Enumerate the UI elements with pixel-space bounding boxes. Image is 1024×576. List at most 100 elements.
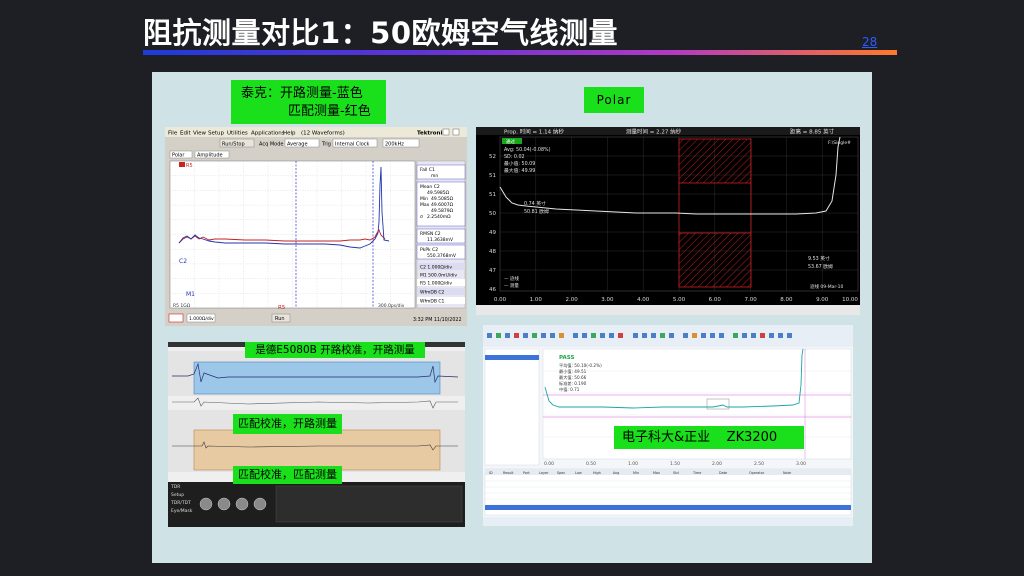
keysight-port-knob-2[interactable] [217, 497, 231, 511]
polar-y-tick: 48 [489, 249, 496, 255]
keysight-port-knob-1[interactable] [199, 497, 213, 511]
tek-acq-mode-label: Acq Mode [259, 142, 283, 148]
tek-min-label: Min [420, 196, 428, 202]
zk-x-tick: 1.00 [628, 461, 638, 467]
tek-wfmdb-c2[interactable]: WfmDB C2 [420, 290, 445, 296]
tek-m1-scale[interactable]: M1 500.0mU/div [420, 273, 457, 279]
tek-menu-applications[interactable]: Applications [251, 131, 285, 137]
tek-mean-label: Mean C2 [420, 184, 440, 190]
polar-x-tick: 4.00 [637, 297, 650, 303]
zk-x-tick: 0.00 [544, 461, 554, 467]
tek-rmsn-label: RMSN C2 [420, 231, 441, 237]
zk-stat-std: 标准差: 0.190 [559, 380, 587, 387]
polar-date-label: 迹线 09-Mar-10 [810, 283, 843, 290]
tek-menu-setup[interactable]: Setup [208, 131, 225, 137]
keysight-side-tdr-tdt[interactable]: TDR/TDT [170, 500, 191, 506]
svg-text:Std: Std [673, 471, 679, 475]
tek-axis-right: 300.0ps/div [378, 303, 405, 309]
svg-text:Avg: Avg [613, 471, 619, 475]
keysight-side-eye-mask[interactable]: Eye/Mask [171, 508, 193, 514]
polar-stat-max: 最大值: 49.99 [504, 167, 535, 174]
keysight-lower-trace-panel[interactable] [193, 429, 441, 471]
keysight-upper-trace-panel[interactable] [193, 361, 441, 395]
zk-stat-avg: 平均值: 50.10(-0.2%) [559, 362, 602, 369]
tek-close-button[interactable] [452, 128, 460, 136]
polar-header-right: 距离 = 8.85 英寸 [790, 128, 835, 136]
zk-table-selected-row[interactable] [485, 505, 851, 510]
polar-file-label: F:\Single# [828, 140, 851, 146]
keysight-side-setup[interactable]: Setup [171, 492, 184, 498]
tek-menu-utilities[interactable]: Utilities [227, 131, 248, 137]
svg-text:Note: Note [783, 471, 791, 475]
zk-toolbar [483, 325, 853, 347]
tek-pkpk-label: PkPk C2 [420, 247, 438, 253]
polar-x-tick: 3.00 [601, 297, 614, 303]
polar-lower-limit-zone [678, 232, 752, 288]
tek-menu-file[interactable]: File [168, 131, 178, 137]
polar-pass-text: 通过 [506, 138, 515, 145]
polar-x-tick: 5.00 [673, 297, 686, 303]
keysight-settings-table[interactable] [275, 485, 463, 523]
title-underline [143, 50, 897, 55]
zk-stat-max: 最大值: 50.66 [559, 374, 587, 381]
tek-label-line1: 泰克：开路测量-蓝色 [241, 86, 363, 101]
tek-menu-edit[interactable]: Edit [180, 131, 191, 137]
polar-y-tick: 49 [489, 230, 496, 236]
tek-amplitude-value: Amplitude [197, 153, 223, 159]
svg-text:Time: Time [692, 471, 701, 475]
polar-x-tick: 7.00 [744, 297, 757, 303]
svg-text:Low: Low [575, 471, 582, 475]
polar-x-tick: 2.00 [565, 297, 578, 303]
keysight-port-knob-3[interactable] [235, 497, 249, 511]
tek-r5-status[interactable] [168, 313, 184, 323]
tek-min-value: 49.5085Ω [431, 196, 454, 202]
svg-text:Min: Min [633, 471, 639, 475]
tek-window-title: (12 Waveforms) [301, 131, 345, 137]
tek-c2-label: C2 [179, 258, 187, 265]
zk-x-tick: 2.00 [712, 461, 722, 467]
svg-text:Spec: Spec [557, 471, 565, 475]
tek-brand: Tektronix [417, 131, 446, 137]
tek-scale-value: 1.000Ω/div [189, 316, 214, 322]
tek-mean-value: 49.5985Ω [427, 190, 450, 196]
polar-header-mid: 测量时间 = 2.27 纳秒 [626, 128, 682, 136]
polar-y-tick: 52 [489, 154, 496, 160]
keysight-screenshot: TDR Setup TDR/TDT Eye/Mask [168, 342, 465, 527]
polar-y-tick: 47 [489, 268, 496, 274]
tek-m1-label: M1 [186, 291, 195, 298]
svg-text:Result: Result [503, 471, 514, 475]
tek-wfmdb-c1[interactable]: WfmDB C1 [420, 299, 445, 305]
polar-x-tick: 10.00 [842, 297, 858, 303]
svg-text:High: High [593, 471, 601, 475]
tek-r5-marker[interactable] [179, 162, 185, 167]
polar-x-tick: 1.00 [530, 297, 543, 303]
svg-text:Operator: Operator [749, 471, 765, 475]
tek-pp-value: 49.5879Ω [431, 208, 454, 214]
zk-x-tick: 3.00 [796, 461, 806, 467]
polar-cursor-left-ohm: 50.81 欧姆 [524, 208, 549, 215]
zk-stat-min: 最小值: 49.51 [559, 368, 587, 375]
polar-legend-trace: — 迹线 [504, 275, 519, 282]
zk-x-tick: 1.50 [670, 461, 680, 467]
tek-max-value: 49.6007Ω [431, 202, 454, 208]
polar-cursor-right-ohm: 53.67 欧姆 [808, 263, 833, 270]
tek-pkpk-value: 550.3768mV [427, 253, 457, 259]
tek-c2-scale[interactable]: C2 1.000Ω/div [420, 265, 452, 271]
keysight-side-tdr[interactable]: TDR [170, 484, 180, 490]
page-number[interactable]: 28 [862, 35, 877, 49]
tek-screenshot: File Edit View Setup Utilities Applicati… [165, 127, 467, 326]
tek-mode-value: Polar [172, 153, 185, 159]
keysight-port-knob-4[interactable] [253, 497, 267, 511]
tek-max-label: Max [420, 202, 430, 208]
polar-y-tick: 50 [489, 211, 496, 217]
svg-text:ID: ID [489, 471, 493, 475]
tek-label: 泰克：开路测量-蓝色 匹配测量-红色 [231, 80, 386, 124]
tek-minimize-button[interactable] [442, 128, 450, 136]
tek-menu-view[interactable]: View [193, 131, 207, 137]
tek-trig-value: Internal Clock [335, 142, 370, 148]
tek-menu-help[interactable]: Help [283, 131, 296, 137]
zk-left-panel[interactable] [484, 348, 540, 466]
tek-r5-scale[interactable]: R5 1.000Ω/div [420, 281, 452, 287]
zk-x-tick: 0.50 [586, 461, 596, 467]
tek-r5-label: R5 [186, 163, 193, 169]
